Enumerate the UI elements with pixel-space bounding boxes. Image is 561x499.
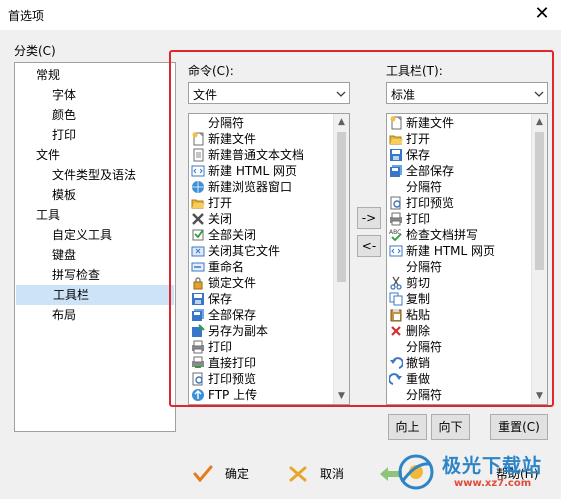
- category-item[interactable]: 常规: [36, 65, 60, 85]
- watermark-logo-icon: [398, 454, 434, 490]
- category-label: 分类(C): [14, 44, 56, 58]
- move-up-button[interactable]: 向上: [388, 414, 427, 440]
- category-item[interactable]: 布局: [52, 305, 76, 325]
- highlight-box: [169, 50, 554, 407]
- category-item[interactable]: 工具: [36, 205, 60, 225]
- preferences-dialog: 首选项 ✕ 分类(C) 常规 字体 颜色 打印 文件 文件类型及语法 模板 工具 自定义工具 键盘…: [0, 0, 561, 499]
- cancel-x-icon: [289, 466, 307, 482]
- ok-button[interactable]: 确定: [193, 461, 263, 487]
- category-item[interactable]: 文件: [36, 145, 60, 165]
- category-item[interactable]: 工具栏: [16, 285, 174, 305]
- checkmark-icon: [193, 465, 213, 483]
- close-icon[interactable]: ✕: [533, 3, 551, 25]
- watermark-brand: 极光下载站: [442, 455, 543, 477]
- category-item[interactable]: 打印: [52, 125, 76, 145]
- cancel-label: 取消: [320, 467, 345, 481]
- ok-label: 确定: [225, 467, 250, 481]
- watermark-url: www.xz7.com: [454, 478, 532, 489]
- category-item[interactable]: 模板: [52, 185, 76, 205]
- category-item[interactable]: 字体: [52, 85, 76, 105]
- move-down-button[interactable]: 向下: [431, 414, 470, 440]
- category-item[interactable]: 颜色: [52, 105, 76, 125]
- window-title: 首选项: [8, 9, 45, 23]
- reset-button[interactable]: 重置(C): [490, 414, 548, 440]
- category-tree[interactable]: 常规 字体 颜色 打印 文件 文件类型及语法 模板 工具 自定义工具 键盘 拼写检查 工具栏 布局: [14, 62, 176, 432]
- watermark: 极光下载站 www.xz7.com: [396, 450, 556, 494]
- category-item[interactable]: 键盘: [52, 245, 76, 265]
- category-item[interactable]: 自定义工具: [52, 225, 112, 245]
- category-item[interactable]: 文件类型及语法: [52, 165, 136, 185]
- cancel-button[interactable]: 取消: [288, 461, 358, 487]
- category-item[interactable]: 拼写检查: [52, 265, 100, 285]
- title-bar: 首选项 ✕: [0, 0, 561, 30]
